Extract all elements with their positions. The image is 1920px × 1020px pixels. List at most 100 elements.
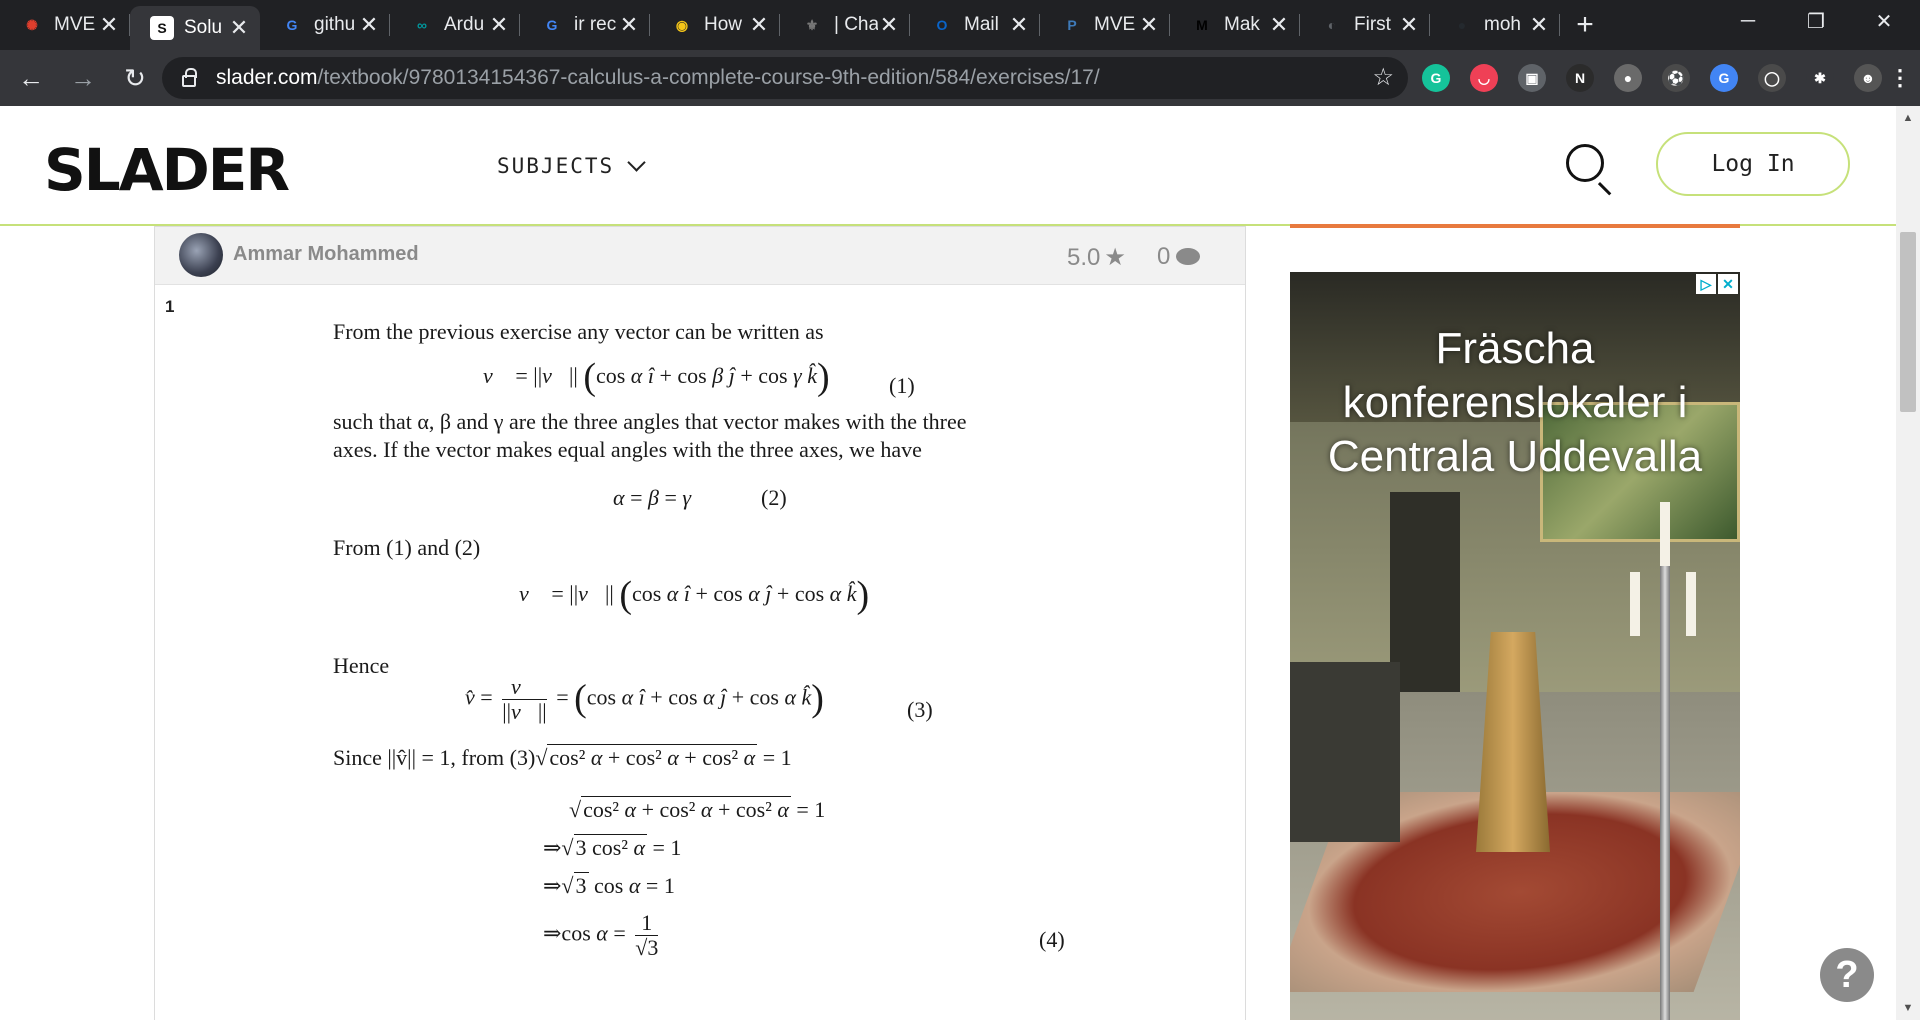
- tab-title: MVE: [1094, 14, 1136, 35]
- browser-tab[interactable]: ∞ Ardu ✕: [390, 0, 520, 50]
- browser-tab[interactable]: Gir rec ✕: [520, 0, 650, 50]
- tab-close-icon[interactable]: ✕: [228, 15, 250, 41]
- bookmark-star-icon[interactable]: ☆: [1372, 63, 1394, 92]
- puzzle-icon[interactable]: ✱: [1806, 64, 1834, 92]
- advertisement[interactable]: Fräscha konferenslokaler i Centrala Udde…: [1290, 272, 1740, 1020]
- browser-tab[interactable]: ◐ First ✕: [1300, 0, 1430, 50]
- tab-close-icon[interactable]: ✕: [1008, 12, 1030, 38]
- browser-tab[interactable]: Ggithu ✕: [260, 0, 390, 50]
- outlook-icon: O: [936, 17, 948, 33]
- login-button[interactable]: Log In: [1656, 132, 1850, 196]
- instructables-icon: ◉: [675, 16, 689, 33]
- minimize-icon[interactable]: ─: [1714, 0, 1782, 42]
- tab-close-icon[interactable]: ✕: [1138, 12, 1160, 38]
- ad-candle: [1630, 572, 1640, 636]
- browser-tab[interactable]: S Solu ✕: [130, 6, 260, 50]
- tab-title: Mail: [964, 14, 999, 35]
- n-extension-icon[interactable]: N: [1566, 64, 1594, 92]
- ad-doorway: [1390, 492, 1460, 702]
- slader-logo[interactable]: SLADER: [44, 136, 290, 204]
- tab-close-icon[interactable]: ✕: [358, 12, 380, 38]
- ad-close-icon[interactable]: ✕: [1718, 274, 1738, 294]
- browser-menu-icon[interactable]: ⋮: [1886, 64, 1914, 92]
- scroll-thumb[interactable]: [1900, 232, 1916, 412]
- ad-counter: [1290, 662, 1400, 842]
- grammarly-icon[interactable]: G: [1422, 64, 1450, 92]
- browser-tab[interactable]: O Mail ✕: [910, 0, 1040, 50]
- search-icon[interactable]: [1566, 144, 1604, 182]
- screenshot-icon[interactable]: ▣: [1518, 64, 1546, 92]
- scroll-up-arrow-icon[interactable]: ▲: [1896, 106, 1920, 130]
- browser-toolbar: ← → ↻ slader.com/textbook/9780134154367-…: [0, 50, 1920, 106]
- tab-close-icon[interactable]: ✕: [1398, 12, 1420, 38]
- soccer-icon[interactable]: ⚽: [1662, 64, 1690, 92]
- circle-extension-icon[interactable]: ◯: [1758, 64, 1786, 92]
- step-number: 1: [165, 297, 175, 316]
- tab-title: Solu: [184, 17, 223, 38]
- back-icon[interactable]: ←: [10, 57, 52, 99]
- tab-title: How: [704, 14, 743, 35]
- tab-title: githu: [314, 14, 356, 35]
- account-icon[interactable]: ●: [1614, 64, 1642, 92]
- scroll-down-arrow-icon[interactable]: ▼: [1896, 996, 1920, 1020]
- help-button[interactable]: ?: [1820, 948, 1874, 1002]
- solution-text-since: Since ||v̂|| = 1, from (3)√cos² α + cos²…: [333, 744, 792, 770]
- new-tab-icon[interactable]: +: [1560, 0, 1610, 50]
- ad-choices-icon[interactable]: ▷: [1696, 274, 1716, 294]
- browser-tab[interactable]: ✺ MVE ✕: [0, 0, 130, 50]
- author-avatar[interactable]: [179, 233, 223, 277]
- tab-close-icon[interactable]: ✕: [748, 12, 770, 38]
- tab-title: MVE: [54, 14, 96, 35]
- equation-sqrt-sum: √cos² α + cos² α + cos² α = 1: [569, 796, 826, 822]
- browser-tab[interactable]: ⚜ | Cha ✕: [780, 0, 910, 50]
- close-window-icon[interactable]: ✕: [1850, 0, 1918, 42]
- reload-icon[interactable]: ↻: [114, 57, 156, 99]
- solution-card: Ammar Mohammed 5.0 ★ 0 1 From the previou…: [154, 226, 1246, 1020]
- solution-text-from12: From (1) and (2): [333, 535, 481, 560]
- slader-icon: S: [150, 16, 174, 40]
- tab-close-icon[interactable]: ✕: [878, 12, 900, 38]
- ad-candelabra: [1660, 552, 1670, 1020]
- equation-number-2: (2): [761, 485, 787, 510]
- tab-close-icon[interactable]: ✕: [1528, 12, 1550, 38]
- tab-close-icon[interactable]: ✕: [1268, 12, 1290, 38]
- restore-icon[interactable]: ❐: [1782, 0, 1850, 42]
- star-icon: ★: [1104, 244, 1126, 271]
- chevron-down-icon: [627, 153, 646, 172]
- tab-strip: ✺ MVE ✕ S Solu ✕ Ggithu ✕ ∞ Ardu ✕ Gir rec ✕ ◉ How ✕ ⚜ | …: [0, 0, 1920, 50]
- browser-tab[interactable]: ◉ How ✕: [650, 0, 780, 50]
- browser-tab[interactable]: P MVE ✕: [1040, 0, 1170, 50]
- ad-headline-line-2: konferenslokaler i: [1342, 378, 1688, 427]
- comments-button[interactable]: 0: [1157, 243, 1201, 271]
- google-icon: G: [286, 17, 298, 33]
- google-icon: G: [546, 17, 558, 33]
- site-header: SLADER SUBJECTS Log In: [0, 106, 1896, 226]
- tab-close-icon[interactable]: ✕: [488, 12, 510, 38]
- address-bar[interactable]: slader.com/textbook/9780134154367-calcul…: [162, 57, 1408, 99]
- browser-tab[interactable]: M Mak ✕: [1170, 0, 1300, 50]
- solution-text-intro: From the previous exercise any vector ca…: [333, 319, 824, 344]
- solution-text-such-that-1: such that α, β and γ are the three angle…: [333, 409, 967, 434]
- medium-icon: M: [1196, 17, 1208, 33]
- github-icon: ●: [1457, 17, 1467, 33]
- equation-sqrt-3cos: ⇒√3 cos² α = 1: [543, 834, 682, 860]
- tab-close-icon[interactable]: ✕: [618, 12, 640, 38]
- url-path: /textbook/9780134154367-calculus-a-compl…: [317, 66, 1100, 89]
- ad-headline: Fräscha konferenslokaler i Centrala Udde…: [1290, 322, 1740, 484]
- tab-close-icon[interactable]: ✕: [98, 12, 120, 38]
- profile-avatar-icon[interactable]: ☻: [1854, 64, 1882, 92]
- subjects-label: SUBJECTS: [497, 154, 615, 178]
- browser-tab[interactable]: ● moh ✕: [1430, 0, 1560, 50]
- page-scrollbar[interactable]: ▲ ▼: [1896, 106, 1920, 1020]
- comment-count: 0: [1157, 243, 1171, 270]
- equation-number-3: (3): [907, 697, 933, 722]
- equation-2: α = β = γ: [613, 485, 692, 510]
- ad-choices: ▷ ✕: [1696, 274, 1738, 294]
- subjects-menu[interactable]: SUBJECTS: [497, 153, 646, 178]
- university-icon: ⚜: [805, 16, 819, 33]
- pocket-icon[interactable]: ◡: [1470, 64, 1498, 92]
- translate-icon[interactable]: G: [1710, 64, 1738, 92]
- solution-body: From the previous exercise any vector ca…: [333, 227, 1093, 987]
- canvas-icon: ✺: [26, 16, 38, 33]
- forward-icon[interactable]: →: [62, 57, 104, 99]
